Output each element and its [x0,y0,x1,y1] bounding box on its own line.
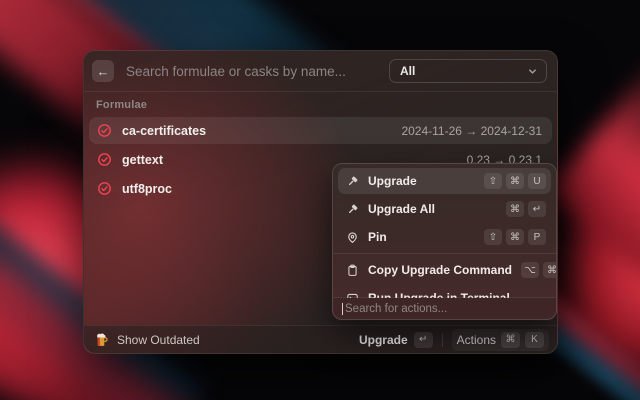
footer-mode-label: Show Outdated [117,333,200,347]
command-key-badge: ⌘ [501,332,520,348]
package-version-change: 2024-11-26 → 2024-12-31 [401,124,542,138]
upgrade-button[interactable]: Upgrade [359,333,408,347]
back-arrow-icon: ← [97,64,110,79]
check-circle-icon [97,123,112,138]
actions-button[interactable]: Actions ⌘ K [452,329,549,351]
chevron-down-icon [527,66,538,77]
clipboard-icon [346,264,359,277]
section-label-formulae: Formulae [96,99,545,111]
menu-item-label: Upgrade All [368,202,435,216]
shift-key-badge: ⇧ [484,173,502,189]
menu-item-label: Copy Upgrade Command [368,263,512,277]
desktop-wallpaper: ← Search formulae or casks by name... Al… [0,0,640,400]
actions-menu-list: Upgrade ⇧ ⌘ U Upgrade All ⌘ ↵ [333,164,556,298]
back-button[interactable]: ← [92,60,114,82]
list-item-ca-certificates[interactable]: ca-certificates 2024-11-26 → 2024-12-31 [89,117,552,144]
filter-dropdown-value: All [400,64,415,78]
window-header: ← Search formulae or casks by name... Al… [84,51,557,92]
menu-item-copy-upgrade-command[interactable]: Copy Upgrade Command ⌥ ⌘ C [338,257,551,283]
u-key-badge: U [528,173,546,189]
footer-divider [442,333,443,347]
return-key-badge: ↵ [414,332,433,348]
menu-item-label: Pin [368,230,387,244]
menu-item-upgrade-all[interactable]: Upgrade All ⌘ ↵ [338,196,551,222]
package-name: utf8proc [122,182,172,196]
command-key-badge: ⌘ [506,173,524,189]
command-key-badge: ⌘ [506,201,524,217]
pin-icon [346,231,359,244]
actions-button-label: Actions [457,333,496,347]
shortcut-keys: ⌘ ↵ [506,201,546,217]
wallpaper-red-wedge-top-right [545,47,640,283]
actions-search-bar[interactable]: Search for actions... [333,297,556,319]
hammer-icon [346,203,359,216]
shortcut-keys: ⌥ ⌘ C [521,262,556,278]
window-footer: Show Outdated Upgrade ↵ Actions ⌘ K [84,325,557,353]
filter-dropdown[interactable]: All [389,59,547,83]
return-key-badge: ↵ [528,201,546,217]
search-input[interactable]: Search formulae or casks by name... [126,64,389,79]
actions-search-input[interactable]: Search for actions... [345,303,447,315]
check-circle-icon [97,181,112,196]
package-name: ca-certificates [122,124,206,138]
p-key-badge: P [528,229,546,245]
hammer-icon [346,175,359,188]
menu-item-upgrade[interactable]: Upgrade ⇧ ⌘ U [338,168,551,194]
command-key-badge: ⌘ [506,229,524,245]
check-circle-icon [97,152,112,167]
homebrew-beer-icon [94,332,109,347]
menu-item-pin[interactable]: Pin ⇧ ⌘ P [338,224,551,250]
text-cursor [342,303,343,315]
k-key-badge: K [525,332,544,348]
menu-item-label: Upgrade [368,174,417,188]
footer-actions: Upgrade ↵ Actions ⌘ K [359,329,549,351]
shortcut-keys: ⇧ ⌘ U [484,173,546,189]
actions-menu-panel: Upgrade ⇧ ⌘ U Upgrade All ⌘ ↵ [332,163,557,320]
option-key-badge: ⌥ [521,262,539,278]
shortcut-keys: ⇧ ⌘ P [484,229,546,245]
shift-key-badge: ⇧ [484,229,502,245]
command-key-badge: ⌘ [543,262,556,278]
package-name: gettext [122,153,163,167]
menu-separator [333,253,556,254]
